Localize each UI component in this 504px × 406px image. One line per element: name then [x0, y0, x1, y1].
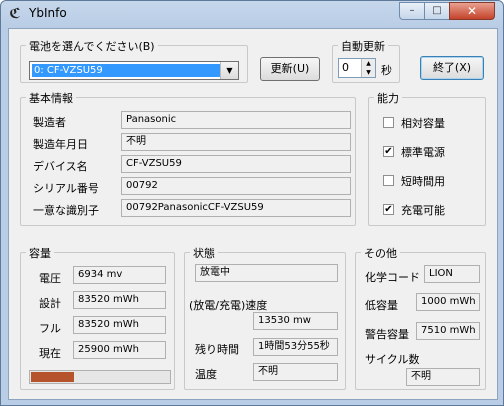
capacity-progress-bar — [29, 370, 171, 384]
chemistry-field: LION — [424, 265, 480, 283]
close-button[interactable]: ✕ — [449, 2, 495, 20]
capacity-progress-fill — [31, 372, 74, 382]
auto-refresh-value: 0 — [342, 61, 349, 74]
auto-refresh-label: 自動更新 — [338, 38, 388, 54]
auto-refresh-spinner[interactable]: 0 ▲ ▼ — [338, 58, 376, 78]
rate-field: 13530 mw — [253, 312, 338, 330]
temperature-field: 不明 — [253, 363, 338, 381]
current-capacity-field: 25900 mWh — [73, 341, 166, 359]
voltage-field: 6934 mv — [73, 266, 166, 284]
remaining-time-field: 1時間53分55秒 — [253, 338, 338, 356]
other-group: その他 化学コード LION 低容量 1000 mWh 警告容量 7510 mW… — [355, 245, 486, 390]
maximize-button[interactable]: □ — [424, 2, 450, 20]
serial-label: シリアル番号 — [33, 182, 99, 195]
device-name-label: デバイス名 — [33, 160, 88, 173]
spin-down-icon[interactable]: ▼ — [362, 68, 375, 77]
capacity-title: 容量 — [26, 245, 54, 261]
low-capacity-field: 1000 mWh — [416, 293, 480, 311]
relative-capacity-checkbox[interactable] — [383, 117, 394, 128]
manufacturer-label: 製造者 — [33, 116, 66, 129]
minimize-button[interactable]: – — [399, 2, 425, 20]
chevron-down-icon[interactable]: ▼ — [220, 62, 238, 79]
voltage-label: 電圧 — [39, 272, 61, 285]
exit-button[interactable]: 終了(X) — [420, 56, 484, 80]
design-capacity-field: 83520 mWh — [73, 291, 166, 309]
chemistry-label: 化学コード — [365, 271, 420, 284]
refresh-button[interactable]: 更新(U) — [260, 57, 320, 81]
short-term-checkbox[interactable] — [383, 175, 394, 186]
window-title: YbInfo — [29, 6, 67, 20]
rechargeable-checkbox[interactable]: ✔ — [383, 204, 394, 215]
capability-title: 能力 — [374, 90, 402, 106]
app-window: ℭ YbInfo – □ ✕ 電池を選んでください(B) 0: CF-VZSU5… — [0, 0, 504, 406]
rate-label: (放電/充電)速度 — [189, 299, 268, 312]
other-title: その他 — [361, 245, 400, 261]
manufacture-date-field: 不明 — [121, 133, 351, 151]
rechargeable-label: 充電可能 — [401, 204, 445, 217]
warning-capacity-label: 警告容量 — [365, 328, 409, 341]
battery-combo[interactable]: 0: CF-VZSU59 ▼ — [29, 61, 239, 80]
basic-info-title: 基本情報 — [26, 90, 76, 106]
design-capacity-label: 設計 — [39, 297, 61, 310]
spinner-buttons: ▲ ▼ — [361, 59, 375, 77]
app-icon: ℭ — [9, 6, 21, 22]
capability-group: 能力 相対容量 ✔ 標準電源 短時間用 ✔ 充電可能 — [368, 90, 486, 226]
unique-id-label: 一意な識別子 — [33, 204, 99, 217]
battery-combo-value: 0: CF-VZSU59 — [32, 64, 220, 77]
remaining-time-label: 残り時間 — [195, 343, 239, 356]
client-area: 電池を選んでください(B) 0: CF-VZSU59 ▼ 更新(U) 自動更新 … — [8, 28, 498, 400]
temperature-label: 温度 — [195, 368, 217, 381]
device-name-field: CF-VZSU59 — [121, 155, 351, 173]
warning-capacity-field: 7510 mWh — [416, 322, 480, 340]
full-capacity-label: フル — [39, 322, 61, 335]
unique-id-field: 00792PanasonicCF-VZSU59 — [121, 199, 351, 217]
cycle-count-label: サイクル数 — [365, 353, 420, 366]
serial-field: 00792 — [121, 177, 351, 195]
title-bar[interactable]: ℭ YbInfo – □ ✕ — [1, 1, 503, 27]
low-capacity-label: 低容量 — [365, 299, 398, 312]
manufacture-date-label: 製造年月日 — [33, 138, 88, 151]
relative-capacity-label: 相対容量 — [401, 117, 445, 130]
standard-power-label: 標準電源 — [401, 146, 445, 159]
cycle-count-field: 不明 — [406, 368, 480, 386]
status-title: 状態 — [190, 245, 218, 261]
basic-info-group: 基本情報 製造者 Panasonic 製造年月日 不明 デバイス名 CF-VZS… — [20, 90, 356, 226]
auto-refresh-unit: 秒 — [381, 64, 392, 77]
battery-select-label: 電池を選んでください(B) — [26, 38, 158, 54]
capacity-group: 容量 電圧 6934 mv 設計 83520 mWh フル 83520 mWh … — [20, 245, 175, 390]
auto-refresh-group: 自動更新 0 ▲ ▼ 秒 — [332, 38, 400, 83]
short-term-label: 短時間用 — [401, 175, 445, 188]
status-state-field: 放電中 — [195, 264, 338, 282]
manufacturer-field: Panasonic — [121, 111, 351, 129]
battery-select-group: 電池を選んでください(B) 0: CF-VZSU59 ▼ — [20, 38, 248, 83]
full-capacity-field: 83520 mWh — [73, 316, 166, 334]
standard-power-checkbox[interactable]: ✔ — [383, 146, 394, 157]
status-group: 状態 放電中 (放電/充電)速度 13530 mw 残り時間 1時間53分55秒… — [184, 245, 346, 390]
current-capacity-label: 現在 — [39, 347, 61, 360]
